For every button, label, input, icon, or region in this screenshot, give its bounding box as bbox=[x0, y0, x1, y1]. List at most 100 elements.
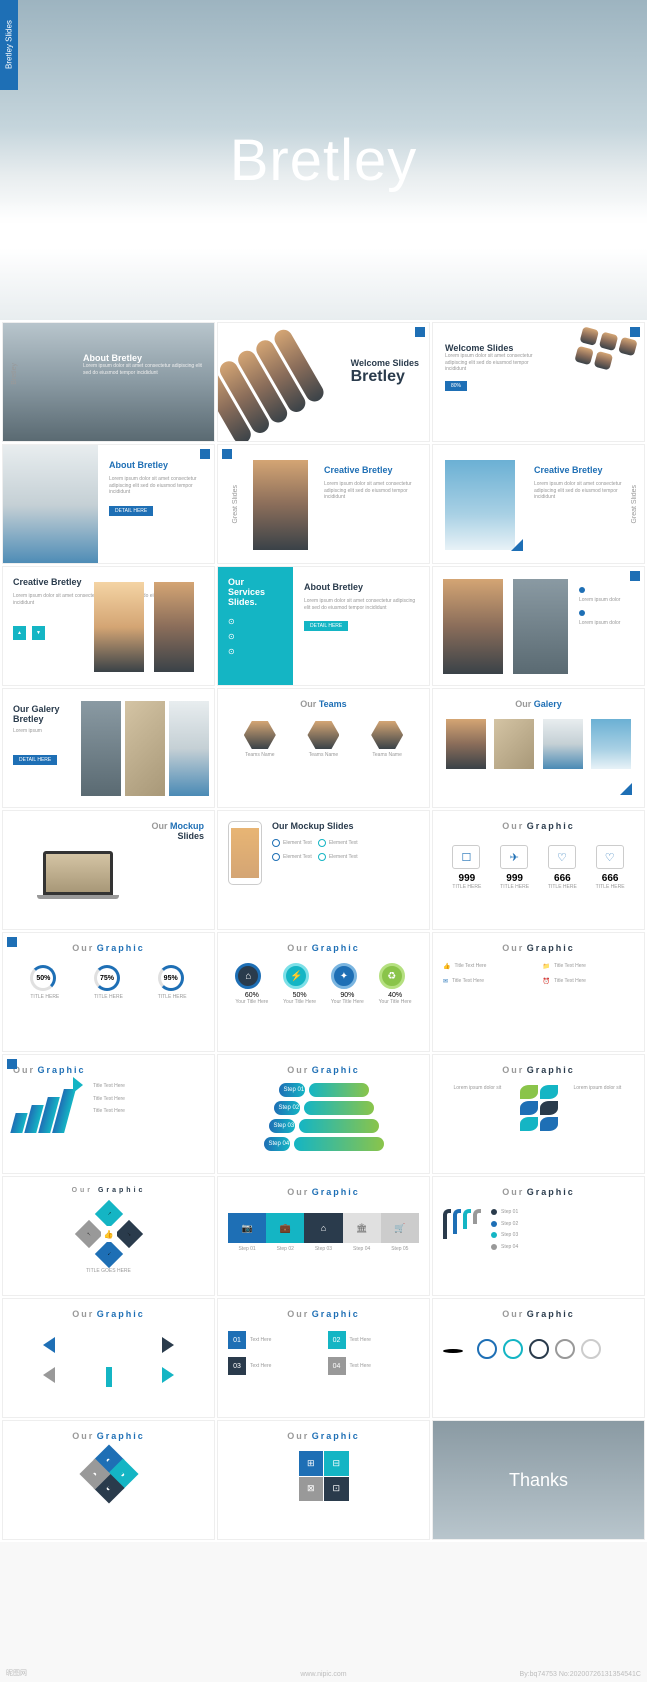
lorem: Lorem ipsum dolor bbox=[579, 620, 634, 627]
graphic-title: Our Graphic bbox=[443, 1309, 634, 1319]
step: Step 03 bbox=[315, 1246, 332, 1253]
corner-accent bbox=[620, 783, 632, 795]
mail-icon: ✉ bbox=[443, 978, 448, 985]
sub: Your Title Here bbox=[235, 999, 268, 1006]
stat-box: ▲ bbox=[13, 626, 26, 640]
badge-icon bbox=[7, 937, 17, 947]
donut-chart: 50% bbox=[30, 965, 56, 991]
phone-screen bbox=[231, 828, 259, 878]
slide-about-city: Lorem ipsum dolor Lorem ipsum dolor bbox=[432, 566, 645, 686]
stat-icon: ✈ bbox=[500, 845, 528, 869]
bullet-icon bbox=[318, 853, 326, 861]
tube: Step 02 bbox=[274, 1101, 300, 1115]
laptop-screen bbox=[46, 854, 110, 892]
img-chip bbox=[574, 346, 594, 366]
puzzle-diagram: ⊞ ⊟ ⊠ ⊡ bbox=[299, 1451, 349, 1501]
circle-icon: ⚡ bbox=[283, 963, 309, 989]
bullet-icon bbox=[491, 1221, 497, 1227]
detail-button[interactable]: DETAIL HERE bbox=[304, 621, 348, 631]
slide-mockup-laptop: Our MockupSlides bbox=[2, 810, 215, 930]
corner-accent bbox=[511, 539, 523, 551]
tube bbox=[294, 1137, 384, 1151]
bullet-icon bbox=[491, 1244, 497, 1250]
slide-teams: Our Our TeamsTeams Teams Name Teams Name… bbox=[217, 688, 430, 808]
sub: Your Title Here bbox=[379, 999, 412, 1006]
graphic-title: Our Graphic bbox=[228, 1187, 419, 1197]
lorem: Lorem ipsum bbox=[13, 728, 73, 735]
badge-icon bbox=[7, 1059, 17, 1069]
slides-grid: Bretley About Bretley Lorem ipsum dolor … bbox=[0, 320, 647, 1542]
circle-icon: ⌂ bbox=[235, 963, 261, 989]
tower-image bbox=[154, 582, 194, 672]
about-title: About Bretley bbox=[304, 582, 419, 592]
center-icon: 👍 bbox=[101, 1226, 117, 1242]
phone-mockup bbox=[228, 821, 262, 885]
step: Step 05 bbox=[391, 1246, 408, 1253]
graphic-title: Our Graphic bbox=[13, 1309, 204, 1319]
graphic-title: Our Graphic bbox=[13, 1431, 204, 1441]
gallery-img bbox=[169, 701, 209, 796]
creative-title: Creative Bretley bbox=[324, 465, 419, 475]
sub: Your Title Here bbox=[283, 999, 316, 1006]
road-image bbox=[513, 579, 568, 674]
watermark-right: By:bq74753 No:20200726131354541C bbox=[520, 1671, 641, 1678]
circle-icon: ✦ bbox=[331, 963, 357, 989]
lorem: Lorem ipsum dolor sit amet consectetur a… bbox=[324, 481, 419, 501]
palm-image bbox=[94, 582, 144, 672]
step: Step 04 bbox=[353, 1246, 370, 1253]
bullet-icon bbox=[272, 839, 280, 847]
graphic-title: Our Graphic bbox=[228, 943, 419, 953]
creative-title: Creative Bretley bbox=[534, 465, 634, 475]
watermark-center: www.nipic.com bbox=[300, 1671, 346, 1678]
step: Step 04 bbox=[501, 1244, 518, 1251]
stat-box: ▼ bbox=[32, 626, 45, 640]
galery-title: Our Galery Bretley bbox=[13, 704, 73, 724]
lorem: Lorem ipsum dolor sit amet consectetur a… bbox=[83, 363, 203, 376]
graphic-title: Our Graphic bbox=[228, 1431, 419, 1441]
welcome-title: Welcome Slides bbox=[351, 358, 419, 368]
num-box: 03 bbox=[228, 1357, 246, 1375]
item: Element Text bbox=[283, 840, 312, 847]
detail-button[interactable]: DETAIL HERE bbox=[13, 755, 57, 765]
clouds-graphic bbox=[0, 180, 647, 320]
stat-label: TITLE HERE bbox=[548, 884, 577, 891]
pct: 40% bbox=[379, 992, 412, 999]
img-chip bbox=[579, 326, 599, 346]
badge-icon bbox=[200, 449, 210, 459]
lorem: Lorem ipsum dolor sit amet consectetur a… bbox=[534, 481, 634, 501]
flow-arrows bbox=[443, 1209, 481, 1250]
mockup-title: Our MockupSlides bbox=[13, 821, 204, 841]
step-icon: 🏛 bbox=[343, 1213, 381, 1243]
label: TITLE HERE bbox=[158, 994, 187, 1001]
slide-step-band: Our Graphic 📷 💼 ⌂ 🏛 🛒 Step 01 Step 02 St… bbox=[217, 1176, 430, 1296]
item: Text Here bbox=[350, 1363, 371, 1370]
stat-num: 999 bbox=[452, 873, 481, 884]
item: Title Text Here bbox=[554, 963, 586, 970]
slide-leaves: Our Graphic Lorem ipsum dolor sit Lorem … bbox=[432, 1054, 645, 1174]
item: Text Here bbox=[250, 1337, 271, 1344]
item: Title Text Here bbox=[452, 978, 484, 985]
detail-button[interactable]: DETAIL HERE bbox=[109, 506, 153, 516]
slide-puzzle: Our Graphic ⊞ ⊟ ⊠ ⊡ bbox=[217, 1420, 430, 1540]
watermark-left: 昵图网 bbox=[6, 1668, 27, 1678]
step-icon: 🛒 bbox=[381, 1213, 419, 1243]
side-tab: Bretley Slides bbox=[0, 0, 18, 90]
brand-vertical: Bretley bbox=[11, 363, 18, 385]
stat-icon: ♡ bbox=[596, 845, 624, 869]
tube bbox=[309, 1083, 369, 1097]
pct-badge: 80% bbox=[445, 381, 467, 391]
lorem: Lorem ipsum dolor sit amet consectetur a… bbox=[445, 353, 535, 373]
step-icon: ⌂ bbox=[304, 1213, 342, 1243]
great-vertical: Great Slides bbox=[631, 485, 638, 524]
bullet-icon bbox=[579, 610, 585, 616]
team-name: Teams Name bbox=[307, 752, 339, 759]
step: Step 02 bbox=[277, 1246, 294, 1253]
step: Step 01 bbox=[238, 1246, 255, 1253]
step-icon: 📷 bbox=[228, 1213, 266, 1243]
slide-tubes: Our Graphic Step 01 Step 02 Step 03 Step… bbox=[217, 1054, 430, 1174]
tube bbox=[304, 1101, 374, 1115]
item: Element Text bbox=[283, 854, 312, 861]
slide-graphic-nums: Our Graphic ☐999TITLE HERE ✈999TITLE HER… bbox=[432, 810, 645, 930]
step-band: 📷 💼 ⌂ 🏛 🛒 bbox=[228, 1213, 419, 1243]
badge-icon bbox=[630, 571, 640, 581]
